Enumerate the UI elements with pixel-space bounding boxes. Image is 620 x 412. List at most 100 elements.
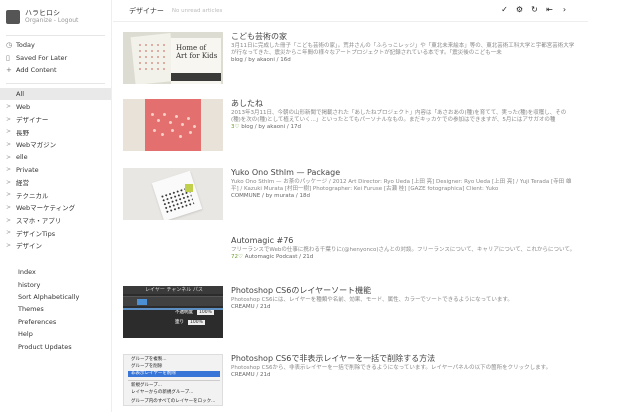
article-title[interactable]: こども芸術の家 [231,32,576,42]
article-summary: Photoshop CS6から、非表示レイヤーを一括で削除できるようになっていま… [231,365,552,371]
sidebar: ハラヒロシ Organize - Logout ◷ Today ▯ Saved Fo… [0,0,112,412]
article-title[interactable]: Photoshop CS6で非表示レイヤーを一括で削除する方法 [231,354,576,364]
article-thumbnail[interactable] [123,168,223,220]
article-thumbnail[interactable] [123,99,223,151]
unread-status: No unread articles [171,7,223,14]
category-item[interactable]: > elle [0,151,111,164]
article-meta: COMMUNE / by murata / 18d [231,193,310,199]
divider [6,82,105,84]
nav-saved-for-later[interactable]: ▯ Saved For Later [0,52,111,65]
article-title[interactable]: Automagic #76 [231,236,576,246]
user-profile: ハラヒロシ Organize - Logout [0,0,111,32]
category-label: 経営 [16,179,29,188]
article-title[interactable]: Yuko Ono Sthlm — Package [231,168,576,178]
page-title: デザイナー [129,6,164,15]
chevron-right-icon[interactable]: > [6,154,16,161]
chevron-right-icon[interactable]: > [6,242,16,249]
category-item[interactable]: > デザイン [0,239,111,252]
article-summary: 2013年3月11日、今朝の山形新聞で掲載された「あしたねプロジェクト」内容は「… [231,110,567,123]
chevron-right-icon[interactable]: > [6,116,16,123]
plus-icon: + [6,66,12,75]
refresh-icon[interactable]: ↻ [527,5,542,14]
nav-label: Add Content [16,66,57,75]
nav-label: Today [16,41,35,50]
category-label: テクニカル [16,191,49,200]
category-item[interactable]: > デザインTips [0,226,111,239]
category-label: デザイナー [16,116,49,125]
chevron-right-icon[interactable]: > [6,217,16,224]
article-item[interactable]: レイヤー チャンネル パス 不透明度 100% 塗り 100% Photoshop … [123,286,583,338]
article-meta: 72♡ Automagic Podcast / 21d [231,254,314,260]
ps-menu-bar: レイヤー チャンネル パス [123,286,223,294]
primary-nav: ◷ Today ▯ Saved For Later + Add Content [0,39,111,77]
chevron-right-icon[interactable]: > [6,141,16,148]
article-summary: Photoshop CS6には、レイヤーを種類や名前、効果、モード、属性、カラー… [231,297,513,303]
category-list: All > Web > デザイナー > 長野 > Webマガジン > elle > Priv… [0,87,111,252]
clock-icon: ◷ [6,41,13,50]
category-item[interactable]: > スマホ・アプリ [0,214,111,227]
article-item[interactable]: グループを複製... グループを削除 非表示レイヤーを削除 新規グループ... … [123,354,583,406]
nav-add-content[interactable]: + Add Content [0,64,111,77]
category-label: 長野 [16,128,29,137]
category-item[interactable]: > Private [0,163,111,176]
article-item[interactable]: Yuko Ono Sthlm — Package Yuko Ono Sthlm … [123,168,583,220]
chevron-right-icon[interactable]: > [6,179,16,186]
collapse-icon[interactable]: ⇤ [542,5,557,14]
article-summary: Yuko Ono Sthlm — お茶のパッケージ / 2012 Art Dir… [231,179,572,192]
heart-icon: ♡ [238,254,245,260]
footer-links: Index history Sort Alphabetically Themes… [0,266,112,353]
toolbar: ✓ ⚙ ↻ ⇤ › [497,5,572,14]
next-icon[interactable]: › [557,5,572,14]
footer-link-themes[interactable]: Themes [0,303,112,315]
article-title[interactable]: Photoshop CS6のレイヤーソート機能 [231,286,576,296]
article-thumbnail[interactable]: Home of Art for Kids [123,32,223,84]
category-label: デザイン [16,242,42,251]
footer-link-index[interactable]: Index [0,266,112,278]
category-item[interactable]: > 経営 [0,176,111,189]
chevron-right-icon[interactable]: > [6,166,16,173]
footer-link-history[interactable]: history [0,278,112,290]
nav-today[interactable]: ◷ Today [0,39,111,52]
category-item[interactable]: > デザイナー [0,113,111,126]
chevron-right-icon[interactable]: > [6,103,16,110]
nav-label: Saved For Later [16,53,68,62]
feed-header: デザイナー No unread articles ✓ ⚙ ↻ ⇤ › [113,0,588,22]
category-item[interactable]: > Webマーケティング [0,201,111,214]
avatar[interactable] [6,10,20,24]
category-all[interactable]: All [0,87,111,101]
divider [6,35,105,36]
article-title[interactable]: あしたね [231,99,576,109]
chevron-right-icon[interactable]: > [6,204,16,211]
article-thumbnail[interactable]: レイヤー チャンネル パス 不透明度 100% 塗り 100% [123,286,223,338]
article-thumbnail[interactable]: グループを複製... グループを削除 非表示レイヤーを削除 新規グループ... … [123,354,223,406]
article-item[interactable]: Automagic #76 フリーランスでWebの仕事に携わる千葉りに(@hen… [123,236,583,288]
category-label: スマホ・アプリ [16,217,62,226]
chevron-right-icon[interactable]: > [6,229,16,236]
category-item[interactable]: > 長野 [0,126,111,139]
article-list: Home of Art for Kids こども芸術の家 3月11日に完成した冊… [113,22,588,412]
footer-link-help[interactable]: Help [0,328,112,340]
article-item[interactable]: あしたね 2013年3月11日、今朝の山形新聞で掲載された「あしたねプロジェクト… [123,99,583,151]
chevron-right-icon[interactable]: > [6,191,16,198]
footer-link-preferences[interactable]: Preferences [0,316,112,328]
category-label: All [16,90,25,99]
user-links[interactable]: Organize - Logout [25,17,78,25]
thumbnail-cover-text: Home of Art for Kids [176,44,218,60]
chevron-right-icon[interactable]: > [6,128,16,135]
article-meta: blog / by akaoni / 16d [231,57,291,63]
category-item[interactable]: > テクニカル [0,189,111,202]
popularity-count: 72 [231,254,238,260]
user-name[interactable]: ハラヒロシ [25,9,78,17]
article-meta: CREAMU / 21d [231,304,271,310]
mark-read-icon[interactable]: ✓ [497,5,512,14]
settings-icon[interactable]: ⚙ [512,5,527,14]
category-item[interactable]: > Webマガジン [0,138,111,151]
bookmark-icon: ▯ [6,53,10,62]
article-meta: 3♡ blog / by akaoni / 17d [231,124,301,130]
category-label: Web [16,102,31,111]
category-item[interactable]: > Web [0,100,111,113]
article-summary: フリーランスでWebの仕事に携わる千葉りに(@henyonco)さんとの対談。フ… [231,247,576,253]
article-item[interactable]: Home of Art for Kids こども芸術の家 3月11日に完成した冊… [123,32,583,84]
footer-link-product-updates[interactable]: Product Updates [0,340,112,352]
footer-link-sort[interactable]: Sort Alphabetically [0,291,112,303]
